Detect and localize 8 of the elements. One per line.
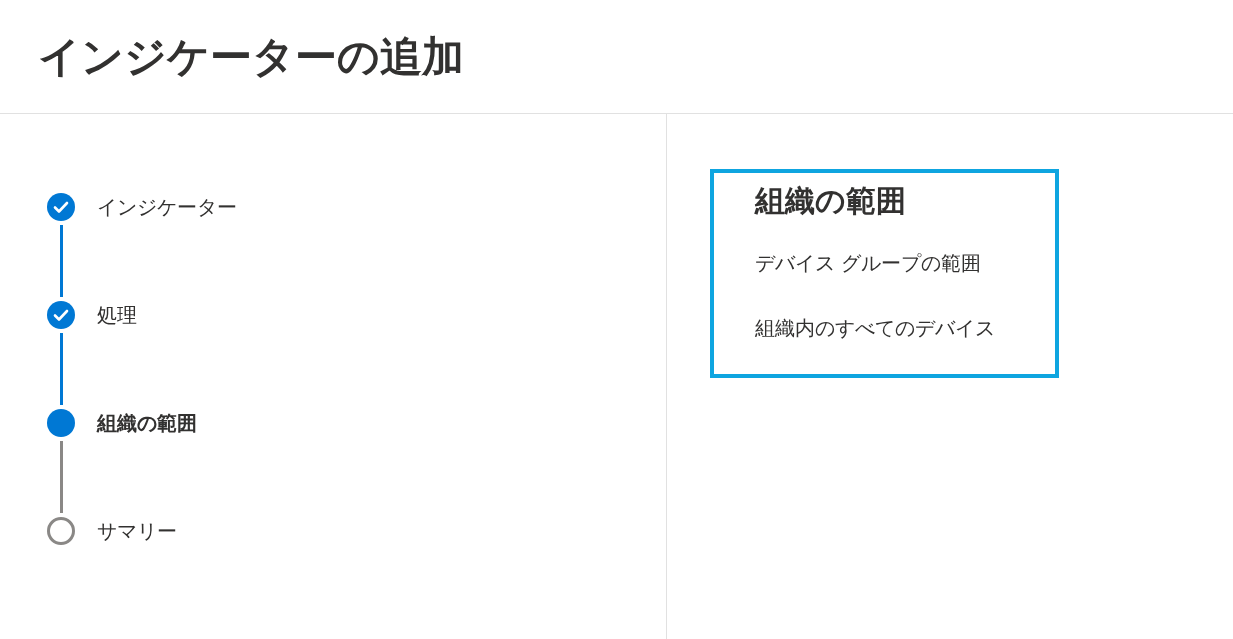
step-label[interactable]: サマリー: [97, 517, 177, 545]
step-label[interactable]: 組織の範囲: [97, 409, 197, 437]
step-label[interactable]: インジケーター: [97, 193, 237, 221]
panel-heading: 組織の範囲: [755, 182, 907, 220]
page-title: インジケーターの追加: [38, 30, 464, 83]
step-label[interactable]: 処理: [97, 301, 137, 329]
scope-option[interactable]: デバイス グループの範囲: [755, 250, 982, 277]
scope-option[interactable]: 組織内のすべてのデバイス: [755, 315, 995, 342]
